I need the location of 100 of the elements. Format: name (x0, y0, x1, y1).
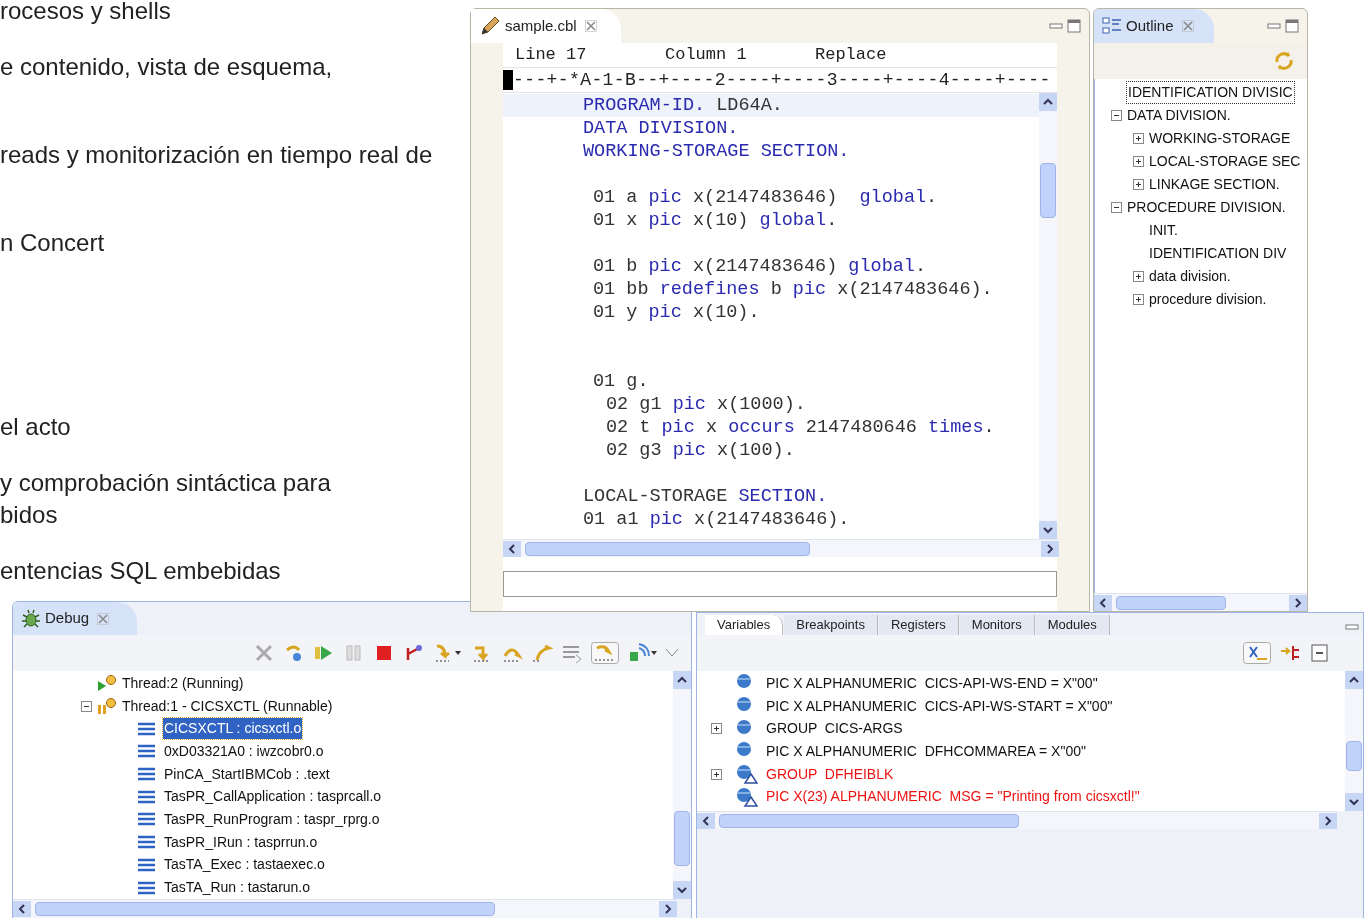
code-line: 01 x pic x(10) global. (592, 209, 839, 232)
scroll-thumb[interactable] (35, 901, 495, 916)
code-line: DATA DIVISION. (582, 117, 740, 140)
outline-item[interactable]: procedure division. (1148, 289, 1268, 310)
close-icon[interactable] (97, 612, 110, 625)
expand-icon[interactable] (1133, 179, 1144, 190)
close-icon[interactable] (584, 20, 597, 32)
outline-item[interactable]: PROCEDURE DIVISION. (1126, 197, 1287, 218)
slide-text: entencias SQL embebidas (0, 556, 281, 586)
variable-row[interactable]: PIC X ALPHANUMERIC CICS-API-WS-START = X"00" (766, 695, 1113, 717)
minimize-icon[interactable] (1267, 21, 1281, 31)
thread-item[interactable]: Thread:2 (Running) (122, 672, 244, 694)
type-names-icon[interactable] (1243, 642, 1271, 664)
stack-frame-item[interactable]: TasTA_Exec : tastaexec.o (163, 854, 326, 876)
horizontal-scrollbar[interactable] (503, 539, 1059, 557)
outline-item[interactable]: DATA DIVISION. (1126, 105, 1232, 126)
stack-frame-icon (138, 767, 155, 782)
scroll-thumb[interactable] (1346, 741, 1362, 771)
pencil-icon (479, 15, 501, 37)
column-indicator: Column 1 (665, 44, 748, 67)
code-line: 02 g3 pic x(100). (605, 439, 796, 462)
debug-tab[interactable]: Debug (13, 602, 138, 635)
stack-frame-item[interactable]: CICSXCTL : cicsxctl.o (163, 718, 303, 740)
horizontal-scrollbar[interactable] (1094, 593, 1307, 611)
outline-item[interactable]: data division. (1148, 266, 1232, 287)
collapse-icon[interactable] (1111, 202, 1122, 213)
editor-tab[interactable]: sample.cbl (471, 9, 621, 43)
outline-tab[interactable]: Outline (1094, 9, 1214, 43)
expand-icon[interactable] (711, 723, 722, 735)
thread-item[interactable]: Thread:1 - CICSXCTL (Runnable) (122, 695, 333, 717)
outline-icon (1102, 17, 1122, 35)
variable-row[interactable]: GROUP DFHEIBLK (766, 763, 894, 785)
scroll-thumb[interactable] (1040, 163, 1056, 218)
variable-row[interactable]: PIC X ALPHANUMERIC CICS-API-WS-END = X"00" (766, 672, 1098, 694)
collapse-icon[interactable] (81, 700, 92, 712)
slide-text: y comprobación sintáctica para (0, 468, 331, 498)
variable-row[interactable]: PIC X ALPHANUMERIC DFHCOMMAREA = X"00" (766, 740, 1086, 762)
stack-frame-icon (138, 812, 155, 827)
stack-frame-item[interactable]: PinCA_StartIBMCob : .text (163, 763, 331, 785)
view-tab[interactable]: Breakpoints (784, 615, 878, 635)
code-line: 01 a pic x(2147483646) global. (592, 186, 939, 209)
collapse-icon[interactable] (1111, 110, 1122, 121)
minimize-icon[interactable] (1345, 622, 1359, 632)
close-icon[interactable] (1181, 20, 1194, 32)
outline-item[interactable]: LOCAL-STORAGE SEC (1148, 151, 1302, 172)
expand-icon[interactable] (1133, 156, 1144, 167)
stack-frame-item[interactable]: 0xD03321A0 : iwzcobr0.o (163, 740, 325, 762)
line-indicator: Line 17 (515, 44, 588, 67)
suspended-thread-icon (96, 697, 118, 716)
expand-icon[interactable] (1133, 271, 1144, 282)
expand-icon[interactable] (1133, 133, 1144, 144)
view-tab[interactable]: Modules (1035, 615, 1110, 635)
code-line: 01 y pic x(10). (592, 301, 761, 324)
toggle-mode-icon[interactable] (591, 642, 619, 664)
input-field[interactable] (503, 571, 1057, 597)
stack-frame-item[interactable]: TasPR_CallApplication : tasprcall.o (163, 786, 383, 808)
stack-frame-icon (138, 880, 155, 895)
outline-item[interactable]: IDENTIFICATION DIV (1148, 243, 1288, 264)
maximize-icon[interactable] (1285, 19, 1299, 33)
bug-icon (21, 608, 41, 629)
sync-icon[interactable] (1273, 50, 1295, 72)
vertical-scrollbar[interactable] (1039, 93, 1057, 539)
column-ruler: ---+-*A-1-B--+----2----+----3----+----4----+---- (513, 68, 1051, 92)
scroll-thumb[interactable] (1116, 595, 1226, 610)
connection-icon[interactable] (627, 642, 657, 664)
disconnect-icon[interactable] (253, 642, 275, 664)
scroll-thumb[interactable] (525, 541, 810, 556)
collapse-all-icon[interactable] (1309, 642, 1331, 664)
outline-item[interactable]: LINKAGE SECTION. (1148, 174, 1281, 195)
vertical-scrollbar[interactable] (1345, 671, 1363, 811)
vertical-scrollbar[interactable] (673, 671, 691, 899)
mode-indicator: Replace (815, 44, 887, 67)
code-line: 02 t pic x occurs 2147480646 times. (605, 416, 996, 439)
expand-icon[interactable] (1133, 294, 1144, 305)
view-tab[interactable]: Registers (878, 615, 959, 635)
stack-frame-icon (138, 744, 155, 759)
outline-item[interactable]: INIT. (1148, 220, 1179, 241)
view-tab[interactable]: Variables (705, 615, 784, 635)
horizontal-scrollbar[interactable] (13, 899, 677, 917)
variable-row[interactable]: GROUP CICS-ARGS (766, 718, 903, 740)
minimize-icon[interactable] (1049, 21, 1063, 31)
outline-item[interactable]: WORKING-STORAGE (1148, 128, 1292, 149)
view-tab[interactable]: Monitors (959, 615, 1035, 635)
maximize-icon[interactable] (1067, 19, 1081, 33)
slide-text: e contenido, vista de esquema, (0, 52, 333, 82)
scroll-thumb[interactable] (674, 811, 690, 866)
stack-frame-item[interactable]: TasPR_IRun : tasprrun.o (163, 831, 319, 853)
variable-row[interactable]: PIC X(23) ALPHANUMERIC MSG = "Printing from cicsxctl!" (766, 786, 1140, 808)
stack-frame-item[interactable]: TasTA_Run : tastarun.o (163, 877, 312, 899)
step-into-icon[interactable] (433, 642, 463, 664)
horizontal-scrollbar[interactable] (697, 811, 1337, 829)
stack-frame-item[interactable]: TasPR_RunProgram : taspr_rprg.o (163, 808, 381, 830)
code-line: WORKING-STORAGE SECTION. (582, 140, 851, 163)
outline-item[interactable]: IDENTIFICATION DIVISIC (1126, 81, 1295, 104)
view-menu-icon[interactable] (665, 648, 679, 658)
step-out-icon[interactable] (531, 642, 553, 664)
text-cursor (503, 70, 513, 90)
expand-icon[interactable] (711, 768, 722, 780)
scroll-thumb[interactable] (719, 813, 1019, 828)
code-line: 01 g. (592, 370, 650, 393)
